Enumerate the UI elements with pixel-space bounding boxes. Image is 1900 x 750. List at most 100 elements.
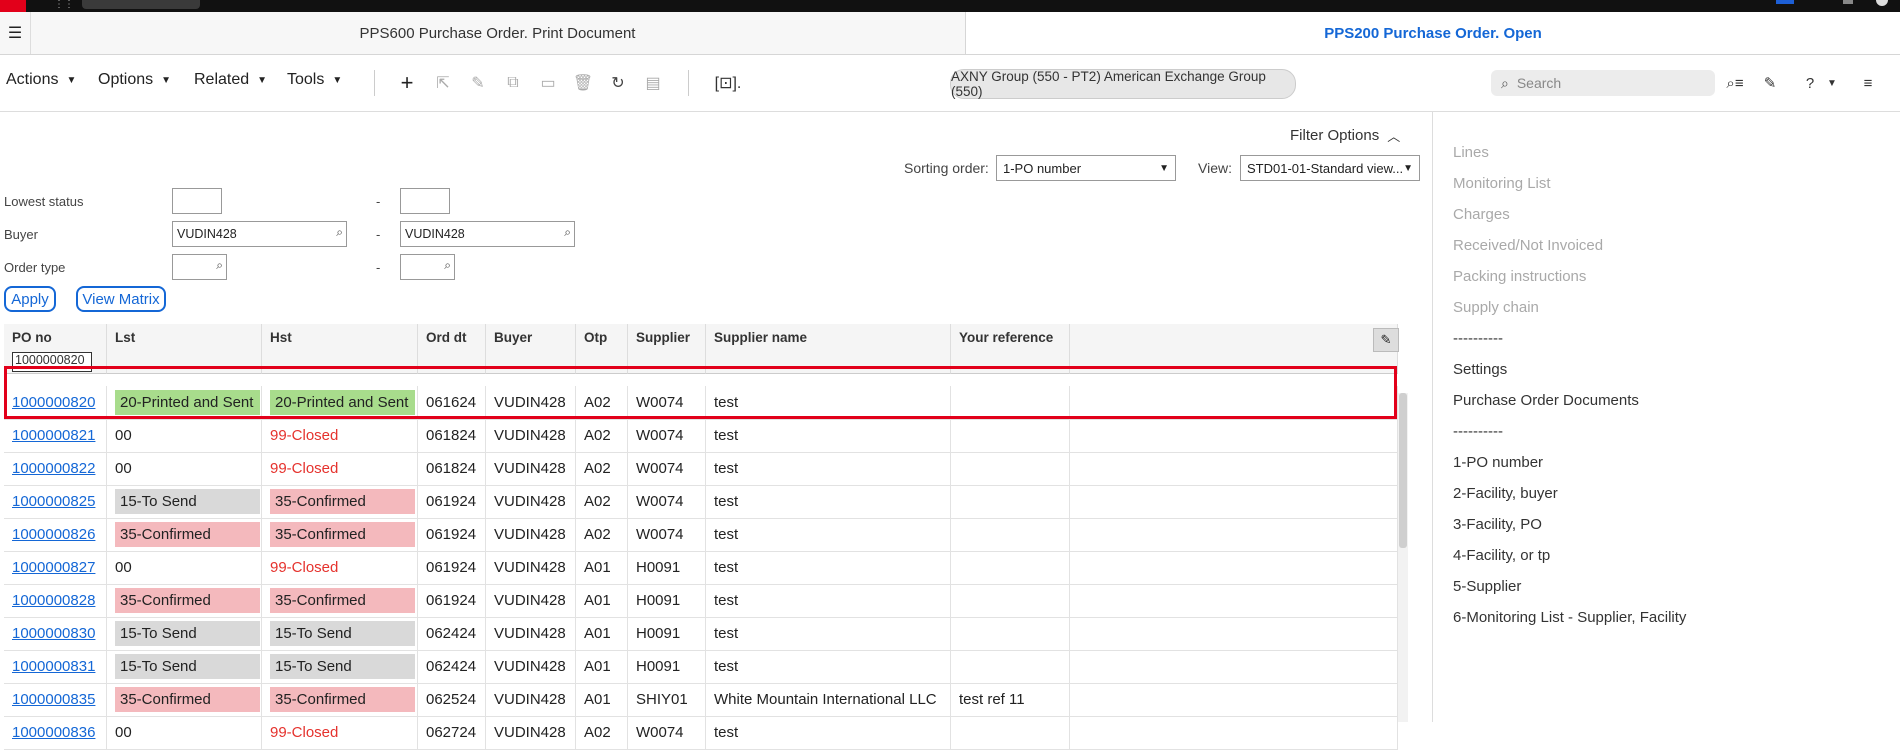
sidebar-item[interactable]: 2-Facility, buyer: [1453, 485, 1558, 502]
table-row[interactable]: 1000000828 35-Confirmed 35-Confirmed 061924…: [4, 584, 1398, 618]
company-division-context[interactable]: AXNY Group (550 - PT2) American Exchange…: [950, 69, 1296, 99]
buyer-from-field[interactable]: VUDIN428 ⌕: [172, 221, 347, 247]
grid-scrollbar[interactable]: [1398, 393, 1408, 722]
refresh-icon[interactable]: ↻: [605, 70, 631, 96]
copy-icon[interactable]: ⧉: [500, 70, 526, 96]
status-badge: 35-Confirmed: [270, 522, 415, 547]
cell-otp: A01: [576, 617, 628, 650]
scrollbar-thumb[interactable]: [1399, 393, 1407, 548]
search-browse-icon[interactable]: ⌕: [564, 225, 571, 240]
search-browse-icon[interactable]: ⌕: [216, 258, 223, 273]
app-logo[interactable]: [0, 0, 26, 12]
po-number-filter-input[interactable]: 1000000820: [12, 352, 92, 372]
column-header-supplier[interactable]: Supplier: [628, 324, 706, 374]
range-dash: -: [376, 194, 381, 209]
po-number-link[interactable]: 1000000820: [12, 394, 95, 411]
cell-value: A02: [584, 427, 611, 444]
po-number-link[interactable]: 1000000835: [12, 691, 95, 708]
order-type-from-field[interactable]: ⌕: [172, 254, 227, 280]
lowest-status-to-field[interactable]: [400, 188, 450, 214]
lowest-status-from-field[interactable]: [172, 188, 222, 214]
help-icon[interactable]: ?: [1798, 70, 1822, 96]
po-number-link[interactable]: 1000000831: [12, 658, 95, 675]
column-header-your-reference[interactable]: Your reference: [951, 324, 1070, 374]
column-header-hst[interactable]: Hst: [262, 324, 418, 374]
status-badge: 15-To Send: [115, 621, 260, 646]
avatar[interactable]: [1876, 0, 1888, 6]
buyer-to-field[interactable]: VUDIN428 ⌕: [400, 221, 575, 247]
search-browse-icon[interactable]: ⌕: [444, 258, 451, 273]
table-row[interactable]: 1000000836 00 99-Closed 062724 VUDIN428 A02 W0…: [4, 716, 1398, 750]
column-header-supplier-name[interactable]: Supplier name: [706, 324, 951, 374]
sidebar-item[interactable]: Settings: [1453, 361, 1507, 378]
sorting-order-select[interactable]: 1-PO number ▼: [996, 155, 1176, 181]
cell-buyer: VUDIN428: [486, 452, 576, 485]
options-menu[interactable]: Options ▼: [98, 71, 171, 89]
sidebar-item[interactable]: 5-Supplier: [1453, 578, 1521, 595]
view-matrix-button[interactable]: View Matrix: [76, 286, 166, 312]
po-number-link[interactable]: 1000000825: [12, 493, 95, 510]
delete-icon[interactable]: 🗑: [570, 70, 596, 96]
sidebar-item[interactable]: 6-Monitoring List - Supplier, Facility: [1453, 609, 1686, 626]
po-number-link[interactable]: 1000000822: [12, 460, 95, 477]
po-number-link[interactable]: 1000000836: [12, 724, 95, 741]
table-row[interactable]: 1000000826 35-Confirmed 35-Confirmed 061924…: [4, 518, 1398, 552]
print-icon[interactable]: ▤: [640, 70, 666, 96]
sidebar-item[interactable]: 1-PO number: [1453, 454, 1543, 471]
table-row[interactable]: 1000000825 15-To Send 35-Confirmed 061924 VU…: [4, 485, 1398, 519]
more-menu-icon[interactable]: ≡: [1856, 70, 1880, 96]
po-number-link[interactable]: 1000000827: [12, 559, 95, 576]
table-row[interactable]: 1000000831 15-To Send 15-To Send 062424 VUDI…: [4, 650, 1398, 684]
table-row[interactable]: 1000000821 00 99-Closed 061824 VUDIN428 A02 W0…: [4, 419, 1398, 453]
tools-menu[interactable]: Tools ▼: [287, 71, 342, 89]
view-select[interactable]: STD01-01-Standard view... ▼: [1240, 155, 1420, 181]
order-type-to-field[interactable]: ⌕: [400, 254, 455, 280]
sidebar-item[interactable]: Purchase Order Documents: [1453, 392, 1639, 409]
hamburger-menu-icon[interactable]: ☰: [0, 12, 31, 54]
table-row[interactable]: 1000000822 00 99-Closed 061824 VUDIN428 A02 W0…: [4, 452, 1398, 486]
add-icon[interactable]: +: [394, 70, 420, 96]
options-menu-label: Options: [98, 71, 154, 88]
display-icon[interactable]: ▭: [535, 70, 561, 96]
layout-icon[interactable]: [⊡].: [710, 70, 746, 96]
search-options-icon[interactable]: ⌕≡: [1723, 70, 1747, 96]
cell-value: VUDIN428: [494, 592, 566, 609]
chevron-down-icon[interactable]: ▼: [1820, 70, 1844, 96]
column-header-lst[interactable]: Lst: [107, 324, 262, 374]
search-input[interactable]: ⌕ Search: [1491, 70, 1715, 96]
table-row[interactable]: 1000000820 20-Printed and Sent 20-Printed …: [4, 386, 1398, 420]
po-number-link[interactable]: 1000000828: [12, 592, 95, 609]
select-icon[interactable]: ⇱: [430, 70, 456, 96]
search-browse-icon[interactable]: ⌕: [336, 225, 343, 240]
personalize-icon[interactable]: ✎: [1758, 70, 1782, 96]
sidebar-item[interactable]: 3-Facility, PO: [1453, 516, 1542, 533]
profile-menu-icon[interactable]: [1843, 0, 1853, 4]
po-number-link[interactable]: 1000000821: [12, 427, 95, 444]
table-row[interactable]: 1000000835 35-Confirmed 35-Confirmed 062524…: [4, 683, 1398, 717]
edit-columns-icon[interactable]: ✎: [1373, 328, 1399, 352]
column-header-otp[interactable]: Otp: [576, 324, 628, 374]
table-row[interactable]: 1000000827 00 99-Closed 061924 VUDIN428 A01 H0…: [4, 551, 1398, 585]
tab-pps600[interactable]: PPS600 Purchase Order. Print Document: [30, 12, 966, 54]
cell-value: test: [714, 526, 739, 543]
buyer-to-value: VUDIN428: [405, 227, 465, 241]
edit-icon[interactable]: ✎: [465, 70, 491, 96]
notification-icon[interactable]: [1776, 0, 1794, 4]
actions-menu[interactable]: Actions ▼: [6, 71, 76, 89]
cell-orddt: 061624: [418, 386, 486, 419]
po-number-link[interactable]: 1000000830: [12, 625, 95, 642]
top-search-pill[interactable]: [82, 0, 200, 9]
column-header-buyer[interactable]: Buyer: [486, 324, 576, 374]
po-number-link[interactable]: 1000000826: [12, 526, 95, 543]
tab-pps200[interactable]: PPS200 Purchase Order. Open: [966, 12, 1900, 54]
column-header-po-no[interactable]: PO no 1000000820: [4, 324, 107, 374]
filter-options-toggle[interactable]: Filter Options ︿: [1290, 126, 1400, 145]
app-grid-icon[interactable]: ⋮⋮: [54, 0, 1448, 10]
sidebar-item[interactable]: 4-Facility, or tp: [1453, 547, 1550, 564]
apply-button[interactable]: Apply: [4, 286, 56, 312]
cell-yourref: [951, 716, 1070, 749]
related-menu[interactable]: Related ▼: [194, 71, 267, 89]
range-dash: -: [376, 260, 381, 275]
table-row[interactable]: 1000000830 15-To Send 15-To Send 062424 VUDI…: [4, 617, 1398, 651]
column-header-ord-dt[interactable]: Ord dt: [418, 324, 486, 374]
